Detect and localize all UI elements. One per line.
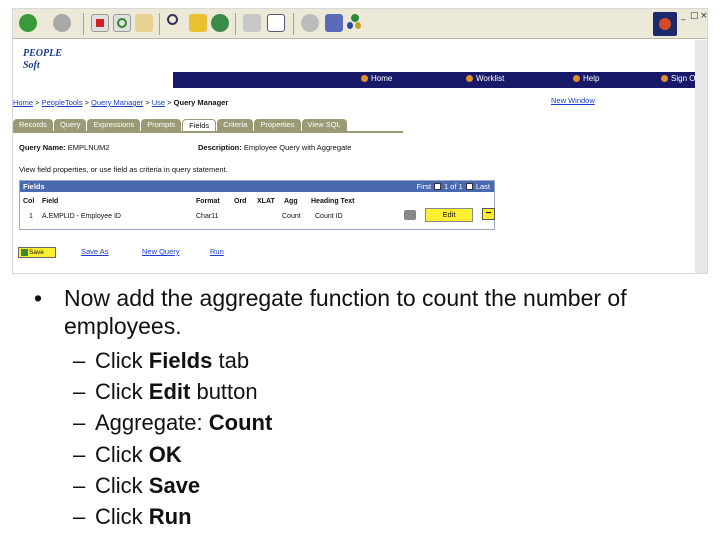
tab-expressions[interactable]: Expressions [87,119,141,131]
tab-underline [13,131,403,133]
save-as-link[interactable]: Save As [81,247,109,256]
toolbar-separator [159,13,160,35]
worklist-icon [466,75,473,82]
refresh-icon[interactable] [113,14,131,32]
delete-row-button[interactable]: − [482,208,495,220]
col-header-heading: Heading Text [311,198,355,205]
fields-grid: Fields First 1 of 1 Last Col Field Forma… [19,180,495,230]
save-icon [21,249,28,256]
col-header-col: Col [23,198,35,205]
next-arrow-icon[interactable] [465,183,473,190]
close-button[interactable]: × [700,11,707,21]
nav-bar: Home Worklist Help Sign Out [173,72,707,88]
grid-last-link[interactable]: Last [476,181,490,192]
help-icon [573,75,580,82]
home-link[interactable]: Home [361,74,392,83]
bullet-mark: • [34,285,43,311]
row-field-link[interactable]: A.EMPLID - Employee ID [42,213,121,220]
breadcrumb-current: Query Manager [173,98,229,107]
query-name: Query Name: EMPLNUM2 [19,143,110,152]
minimize-button[interactable]: _ [681,11,686,21]
breadcrumb-query-manager[interactable]: Query Manager [91,98,143,107]
tab-properties[interactable]: Properties [254,119,301,131]
row-col: 1 [29,213,33,220]
back-icon[interactable] [19,14,37,32]
tab-prompts[interactable]: Prompts [141,119,182,131]
row-format: Char11 [196,213,219,220]
tab-criteria[interactable]: Criteria [217,119,254,131]
home-icon [361,75,368,82]
col-header-xlat: XLAT [257,198,275,205]
new-query-link[interactable]: New Query [142,247,180,256]
slide-text: • Now add the aggregate function to coun… [0,282,720,540]
messenger-icon[interactable] [301,14,319,32]
edit-button[interactable]: Edit [425,208,473,222]
favorites-icon[interactable] [189,14,207,32]
instruction-text: View field properties, or use field as c… [19,165,228,174]
main-bullet-text: Now add the aggregate function to count … [64,285,627,339]
scrollbar[interactable] [695,40,707,273]
grid-first-link[interactable]: First [416,181,431,192]
toolbar-separator [235,13,236,35]
related-icon[interactable] [347,14,365,32]
breadcrumb-peopletools[interactable]: PeopleTools [42,98,83,107]
toolbar-separator [293,13,294,35]
tab-view-sql[interactable]: View SQL [301,119,347,131]
breadcrumb-home[interactable]: Home [13,98,33,107]
run-link[interactable]: Run [210,247,224,256]
search-icon[interactable] [167,14,185,32]
signout-icon [661,75,668,82]
col-header-format: Format [196,198,220,205]
discuss-icon[interactable] [325,14,343,32]
worklist-link[interactable]: Worklist [466,74,504,83]
print-icon[interactable] [243,14,261,32]
history-icon[interactable] [211,14,229,32]
criteria-icon[interactable] [404,210,416,220]
grid-navigation: First 1 of 1 Last [416,181,490,192]
app-header: PEOPLE Soft Home Worklist Help Sign Out [13,40,707,90]
breadcrumb-use[interactable]: Use [152,98,165,107]
toolbar-separator [83,13,84,35]
col-header-ord: Ord [234,198,247,205]
new-window-link[interactable]: New Window [551,96,595,105]
row-heading: Count ID [315,213,343,220]
prev-arrow-icon[interactable] [434,183,442,190]
col-header-agg: Agg [284,198,298,205]
peoplesoft-logo: PEOPLE Soft [23,48,62,71]
col-header-field: Field [42,198,59,205]
browser-toolbar: _ □ × [13,9,707,39]
query-description: Description: Employee Query with Aggrega… [198,143,352,152]
home-icon[interactable] [135,14,153,32]
forward-icon[interactable] [53,14,71,32]
stop-icon[interactable] [91,14,109,32]
screenshot: _ □ × PEOPLE Soft Home Worklist Help Sig… [12,8,708,274]
breadcrumb: Home > PeopleTools > Query Manager > Use… [13,98,229,107]
grid-header: Fields First 1 of 1 Last [20,181,494,192]
edit-icon[interactable] [267,14,285,32]
tab-records[interactable]: Records [13,119,53,131]
row-agg: Count [282,213,301,220]
save-button[interactable]: Save [18,247,56,258]
maximize-button[interactable]: □ [690,11,699,21]
tab-query[interactable]: Query [53,119,87,131]
windows-logo-icon [653,12,677,36]
help-link[interactable]: Help [573,74,599,83]
grid-count: 1 of 1 [444,182,463,191]
